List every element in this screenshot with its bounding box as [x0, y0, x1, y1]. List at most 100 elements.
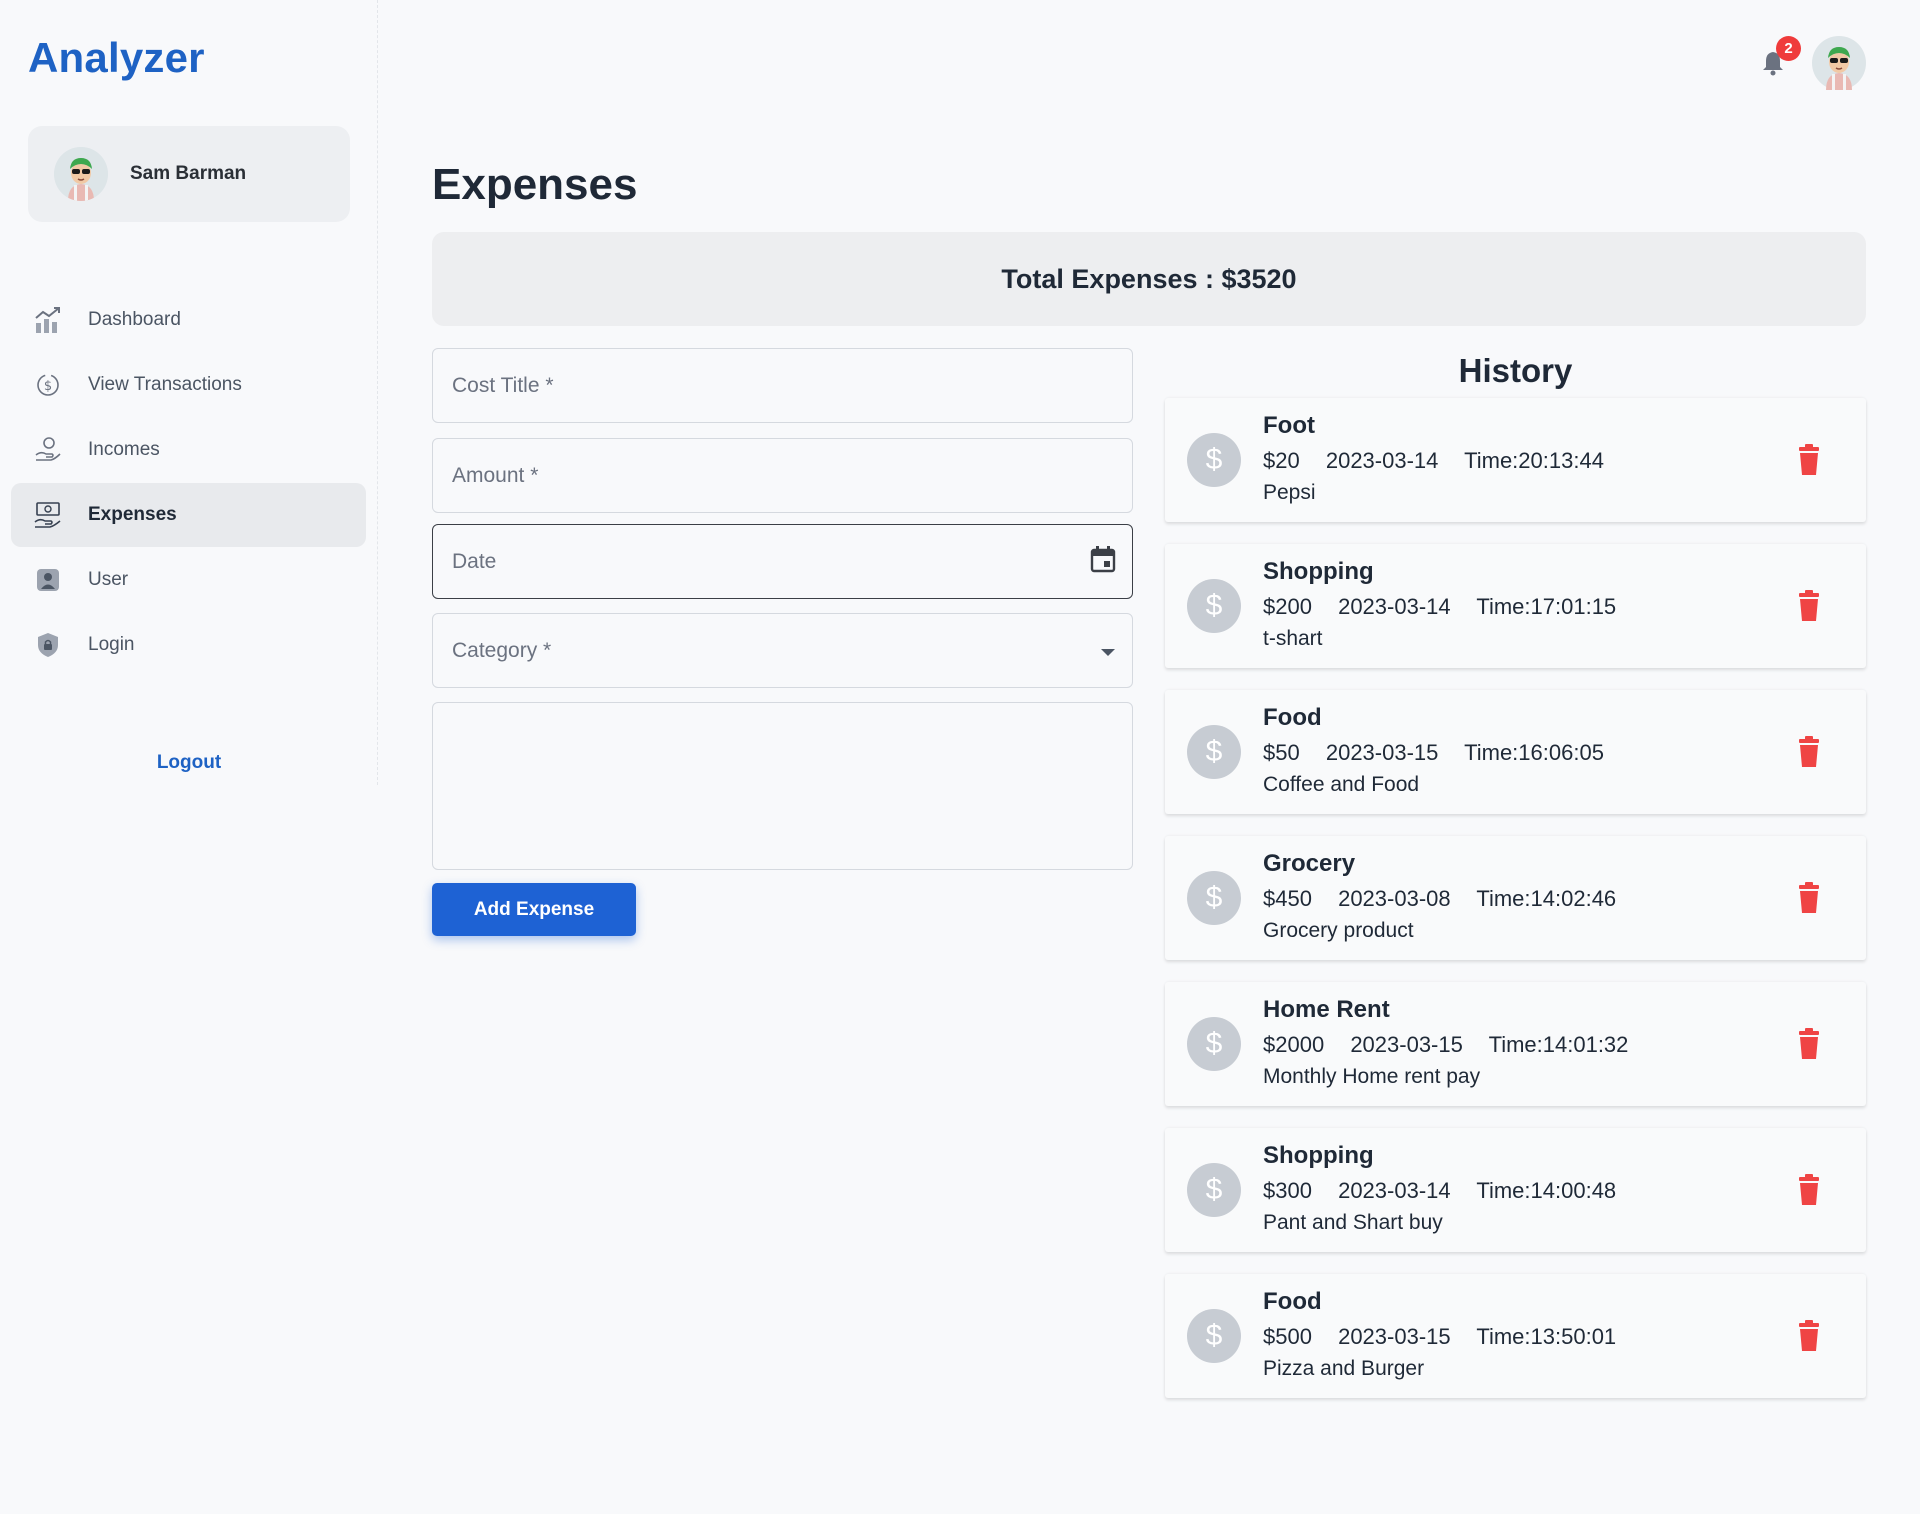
sidebar-item-label: Login — [88, 634, 135, 655]
history-item-date: 2023-03-15 — [1350, 1032, 1463, 1057]
history-item: $ Foot $20 2023-03-14 Time:20:13:44 Peps… — [1165, 398, 1866, 522]
history-item-date: 2023-03-14 — [1338, 594, 1451, 619]
dollar-coin-icon: $ — [1187, 1309, 1241, 1363]
history-item-time: Time:14:00:48 — [1476, 1178, 1617, 1203]
profile-avatar[interactable] — [1812, 36, 1866, 90]
history-item-amount: $20 — [1263, 448, 1300, 473]
delete-trash-icon[interactable] — [1795, 1028, 1823, 1060]
description-textarea[interactable] — [432, 702, 1133, 870]
history-item-title: Shopping — [1263, 558, 1374, 585]
delete-trash-icon[interactable] — [1795, 1174, 1823, 1206]
history-item-amount: $200 — [1263, 594, 1312, 619]
history-item-description: Coffee and Food — [1263, 773, 1420, 796]
chevron-down-icon — [1100, 639, 1116, 663]
history-item-date: 2023-03-14 — [1338, 1178, 1451, 1203]
history-item-title: Food — [1263, 1288, 1322, 1315]
delete-trash-icon[interactable] — [1795, 882, 1823, 914]
history-item-time: Time:17:01:15 — [1476, 594, 1617, 619]
history-item-description: Pizza and Burger — [1263, 1357, 1425, 1380]
add-expense-button[interactable]: Add Expense — [432, 883, 636, 936]
delete-trash-icon[interactable] — [1795, 444, 1823, 476]
history-item-title: Food — [1263, 704, 1322, 731]
history-list: $ Foot $20 2023-03-14 Time:20:13:44 Peps… — [1165, 398, 1866, 1420]
history-item-date: 2023-03-08 — [1338, 886, 1451, 911]
history-item-amount: $300 — [1263, 1178, 1312, 1203]
delete-trash-icon[interactable] — [1795, 1320, 1823, 1352]
logout-button[interactable]: Logout — [0, 752, 378, 774]
history-item-meta: $2000 2023-03-15 Time:14:01:32 — [1263, 1032, 1648, 1058]
history-item-meta: $20 2023-03-14 Time:20:13:44 — [1263, 448, 1624, 474]
sidebar-item-dashboard[interactable]: Dashboard — [11, 288, 366, 352]
sidebar-item-user[interactable]: User — [11, 548, 366, 612]
category-placeholder: Category * — [452, 638, 552, 662]
total-expenses-label: Total Expenses : $3520 — [1001, 263, 1297, 294]
calendar-icon[interactable] — [1090, 545, 1116, 579]
history-item-title: Home Rent — [1263, 996, 1390, 1023]
history-item-meta: $200 2023-03-14 Time:17:01:15 — [1263, 594, 1636, 620]
app-logo[interactable]: Analyzer — [28, 34, 205, 82]
chart-growth-icon — [33, 305, 63, 335]
sidebar-item-incomes[interactable]: Incomes — [11, 418, 366, 482]
history-item: $ Shopping $200 2023-03-14 Time:17:01:15… — [1165, 544, 1866, 668]
history-item-time: Time:16:06:05 — [1464, 740, 1604, 765]
history-item-meta: $500 2023-03-15 Time:13:50:01 — [1263, 1324, 1636, 1350]
sidebar-item-label: Expenses — [88, 504, 177, 525]
dollar-coin-icon: $ — [1187, 1017, 1241, 1071]
sidebar-nav: Dashboard $ View Transactions Incomes Ex… — [11, 288, 366, 678]
user-card[interactable]: Sam Barman — [28, 126, 350, 222]
history-item-description: t-shart — [1263, 627, 1323, 650]
delete-trash-icon[interactable] — [1795, 736, 1823, 768]
sidebar-item-label: Incomes — [88, 439, 160, 460]
history-item-time: Time:14:01:32 — [1488, 1032, 1629, 1057]
date-placeholder: Date — [452, 549, 497, 573]
sidebar-item-expenses[interactable]: Expenses — [11, 483, 366, 547]
dollar-coin-icon: $ — [1187, 433, 1241, 487]
category-select[interactable]: Category * — [432, 613, 1133, 688]
history-item-description: Pepsi — [1263, 481, 1316, 504]
history-item-date: 2023-03-15 — [1338, 1324, 1451, 1349]
cost-title-input[interactable]: Cost Title * — [432, 348, 1133, 423]
history-item-time: Time:13:50:01 — [1476, 1324, 1617, 1349]
history-item-amount: $450 — [1263, 886, 1312, 911]
sidebar-item-login[interactable]: Login — [11, 613, 366, 677]
history-item: $ Home Rent $2000 2023-03-15 Time:14:01:… — [1165, 982, 1866, 1106]
user-icon — [33, 565, 63, 595]
user-name: Sam Barman — [130, 163, 247, 184]
history-item-title: Grocery — [1263, 850, 1356, 877]
page-title: Expenses — [432, 160, 638, 209]
user-avatar — [54, 147, 108, 201]
amount-input[interactable]: Amount * — [432, 438, 1133, 513]
dollar-coin-icon: $ — [1187, 579, 1241, 633]
dollar-coin-icon: $ — [1187, 1163, 1241, 1217]
history-item: $ Shopping $300 2023-03-14 Time:14:00:48… — [1165, 1128, 1866, 1252]
cost-title-placeholder: Cost Title * — [452, 373, 554, 397]
notification-count-badge: 2 — [1776, 36, 1801, 61]
history-item-description: Pant and Shart buy — [1263, 1211, 1443, 1234]
history-item-date: 2023-03-14 — [1325, 448, 1439, 473]
history-item-meta: $50 2023-03-15 Time:16:06:05 — [1263, 740, 1624, 766]
date-input[interactable]: Date — [432, 524, 1133, 599]
history-item-amount: $500 — [1263, 1324, 1312, 1349]
cash-hand-icon — [33, 500, 63, 530]
history-item-amount: $2000 — [1263, 1032, 1325, 1057]
history-item-date: 2023-03-15 — [1325, 740, 1439, 765]
history-item-meta: $300 2023-03-14 Time:14:00:48 — [1263, 1178, 1636, 1204]
svg-text:$: $ — [44, 379, 52, 394]
dollar-coin-icon: $ — [1187, 871, 1241, 925]
sidebar-item-label: Dashboard — [88, 309, 181, 330]
history-title: History — [1458, 352, 1573, 389]
total-expenses-banner: Total Expenses : $3520 — [432, 232, 1866, 326]
amount-placeholder: Amount * — [452, 463, 539, 487]
sidebar-item-view-transactions[interactable]: $ View Transactions — [11, 353, 366, 417]
history-item-meta: $450 2023-03-08 Time:14:02:46 — [1263, 886, 1636, 912]
delete-trash-icon[interactable] — [1795, 590, 1823, 622]
dollar-coin-icon: $ — [1187, 725, 1241, 779]
history-item-time: Time:14:02:46 — [1476, 886, 1617, 911]
history-item-title: Foot — [1263, 412, 1315, 439]
hand-coins-icon — [33, 435, 63, 465]
history-item: $ Grocery $450 2023-03-08 Time:14:02:46 … — [1165, 836, 1866, 960]
history-item-amount: $50 — [1263, 740, 1300, 765]
sidebar: Analyzer Sam Barman Dashboard $ View Tra… — [0, 0, 378, 785]
sidebar-item-label: View Transactions — [88, 374, 242, 395]
dollar-cycle-icon: $ — [33, 370, 63, 400]
